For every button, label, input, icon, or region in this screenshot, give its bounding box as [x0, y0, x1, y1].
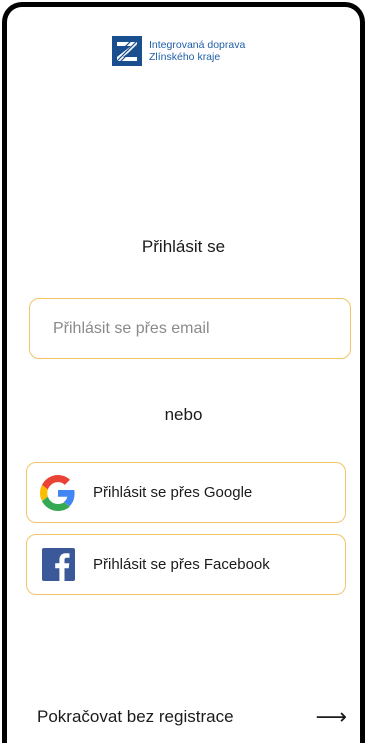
facebook-login-label: Přihlásit se přes Facebook: [93, 556, 270, 573]
facebook-icon: [40, 547, 76, 583]
brand-name: Integrovaná doprava Zlínského kraje: [149, 39, 245, 63]
continue-without-registration-link[interactable]: Pokračovat bez registrace ⟶: [37, 704, 347, 729]
brand-logo: Integrovaná doprava Zlínského kraje: [112, 36, 245, 66]
google-login-button[interactable]: Přihlásit se přes Google: [26, 462, 346, 523]
google-login-label: Přihlásit se přes Google: [93, 484, 253, 501]
login-title: Přihlásit se: [141, 237, 226, 256]
izk-logo-icon: [112, 36, 142, 66]
arrow-right-icon: ⟶: [315, 704, 347, 729]
facebook-login-button[interactable]: Přihlásit se přes Facebook: [26, 534, 346, 595]
phone-frame: [2, 2, 365, 743]
divider-text: nebo: [164, 405, 203, 424]
continue-label: Pokračovat bez registrace: [37, 707, 234, 726]
google-icon: [40, 474, 76, 511]
email-login-placeholder: Přihlásit se přes email: [53, 319, 210, 337]
brand-line-1: Integrovaná doprava: [149, 39, 246, 51]
brand-line-2: Zlínského kraje: [149, 51, 221, 63]
email-login-field[interactable]: Přihlásit se přes email: [29, 298, 351, 359]
